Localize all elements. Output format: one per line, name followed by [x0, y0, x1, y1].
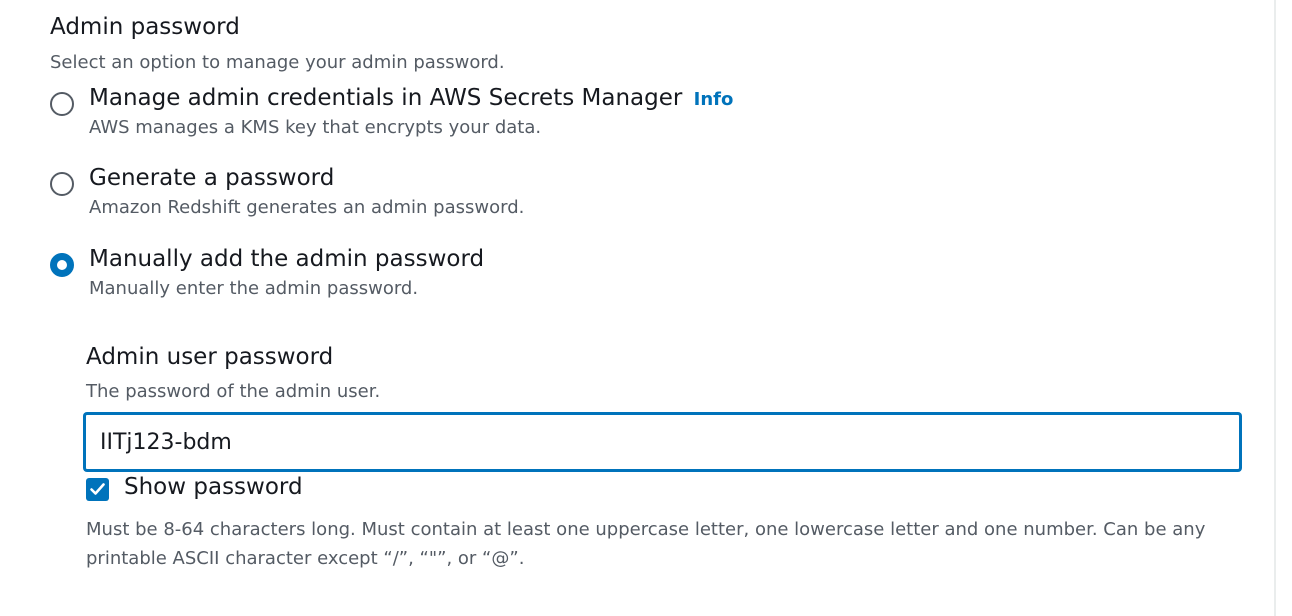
option-label-text: Manage admin credentials in AWS Secrets … [89, 85, 683, 111]
password-field-label: Admin user password [86, 344, 334, 370]
show-password-label[interactable]: Show password [124, 474, 303, 500]
radio-generate-password[interactable] [50, 172, 74, 196]
option-label-secrets-manager[interactable]: Manage admin credentials in AWS Secrets … [89, 85, 733, 111]
option-label-generate-password[interactable]: Generate a password [89, 165, 334, 191]
admin-password-panel: Admin password Select an option to manag… [0, 0, 1276, 616]
radio-secrets-manager[interactable] [50, 92, 74, 116]
section-title: Admin password [50, 14, 240, 40]
admin-password-input[interactable] [84, 413, 1241, 471]
password-constraints: Must be 8-64 characters long. Must conta… [86, 519, 1206, 569]
checkmark-icon [90, 483, 105, 495]
option-description: Manually enter the admin password. [89, 278, 419, 299]
info-link[interactable]: Info [694, 89, 734, 110]
option-description: Amazon Redshift generates an admin passw… [89, 197, 525, 218]
option-label-manual-password[interactable]: Manually add the admin password [89, 246, 484, 272]
password-field-description: The password of the admin user. [86, 381, 381, 402]
radio-manual-password[interactable] [50, 253, 74, 277]
option-description: AWS manages a KMS key that encrypts your… [89, 117, 542, 138]
show-password-checkbox[interactable] [86, 478, 109, 501]
section-description: Select an option to manage your admin pa… [50, 52, 505, 73]
